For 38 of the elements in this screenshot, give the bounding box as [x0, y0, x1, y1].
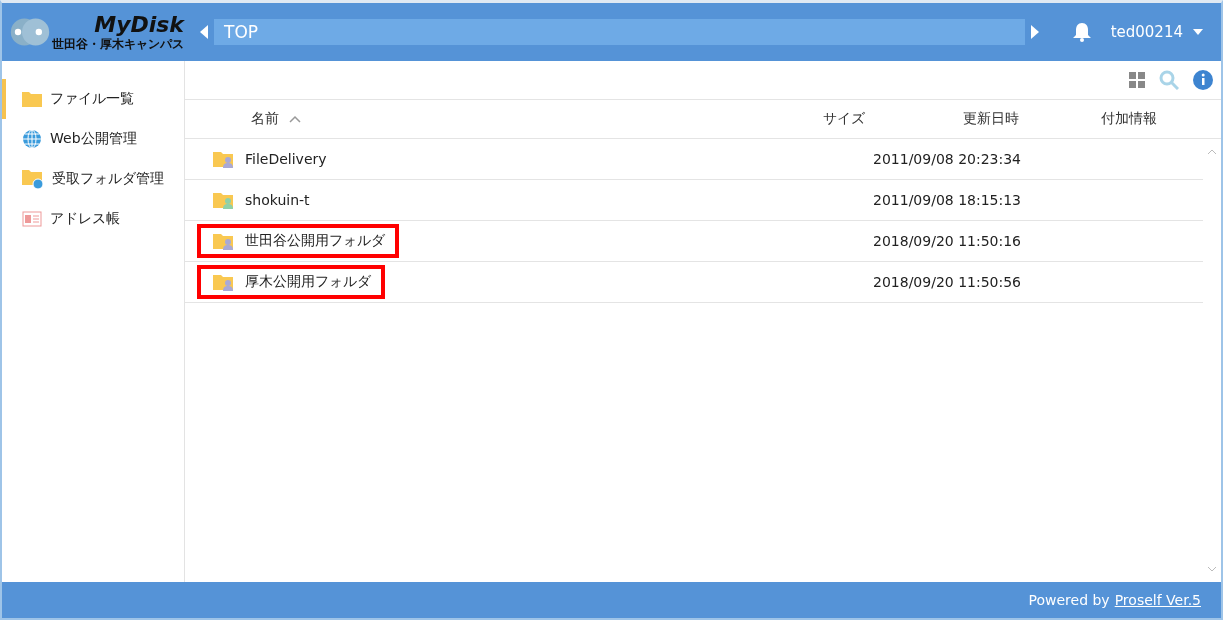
bell-icon[interactable]	[1072, 22, 1091, 42]
modified-date: 2011/09/08 18:15:13	[873, 192, 1023, 208]
scroll-down-icon[interactable]	[1207, 566, 1217, 572]
column-header[interactable]: サイズ	[823, 110, 865, 128]
column-header[interactable]: 更新日時	[963, 110, 1019, 128]
back-arrow-icon[interactable]	[200, 25, 208, 39]
folder-icon	[22, 91, 42, 107]
shared-folder-icon	[213, 232, 235, 250]
globe-icon	[22, 129, 42, 149]
footer-text: Powered by	[1028, 592, 1110, 608]
sidebar-item[interactable]: アドレス帳	[2, 199, 184, 239]
caret-icon[interactable]	[1193, 29, 1203, 35]
grid-view-icon[interactable]	[1129, 72, 1145, 88]
logo-subtitle: 世田谷・厚木キャンパス	[52, 37, 184, 51]
column-header[interactable]: 名前	[251, 110, 279, 128]
modified-date: 2018/09/20 11:50:56	[873, 274, 1023, 290]
sidebar-item[interactable]: Web公開管理	[2, 119, 184, 159]
disc-icon	[10, 16, 50, 48]
sidebar-item[interactable]: ファイル一覧	[2, 79, 184, 119]
logo-title: MyDisk	[94, 13, 184, 37]
scroll-up-icon[interactable]	[1207, 149, 1217, 155]
sidebar-item[interactable]: 受取フォルダ管理	[2, 159, 184, 199]
modified-date: 2018/09/20 11:50:16	[873, 233, 1023, 249]
sort-up-icon[interactable]	[289, 115, 301, 123]
shared-folder-icon	[213, 273, 235, 291]
name-cell[interactable]: FileDelivery	[197, 142, 341, 176]
highlighted-name[interactable]: 厚木公開用フォルダ	[197, 265, 385, 299]
info-icon[interactable]	[1193, 70, 1213, 90]
folder-globe-icon	[22, 169, 44, 189]
name-cell[interactable]: shokuin-t	[197, 183, 324, 217]
highlighted-name[interactable]: 世田谷公開用フォルダ	[197, 224, 399, 258]
forward-arrow-icon[interactable]	[1030, 25, 1039, 39]
shared-folder-icon	[213, 191, 235, 209]
shared-folder-icon	[213, 150, 235, 168]
modified-date: 2011/09/08 20:23:34	[873, 151, 1023, 167]
contact-card-icon	[22, 211, 42, 227]
column-header[interactable]: 付加情報	[1101, 110, 1157, 128]
path-bar: TOP	[214, 19, 1025, 45]
